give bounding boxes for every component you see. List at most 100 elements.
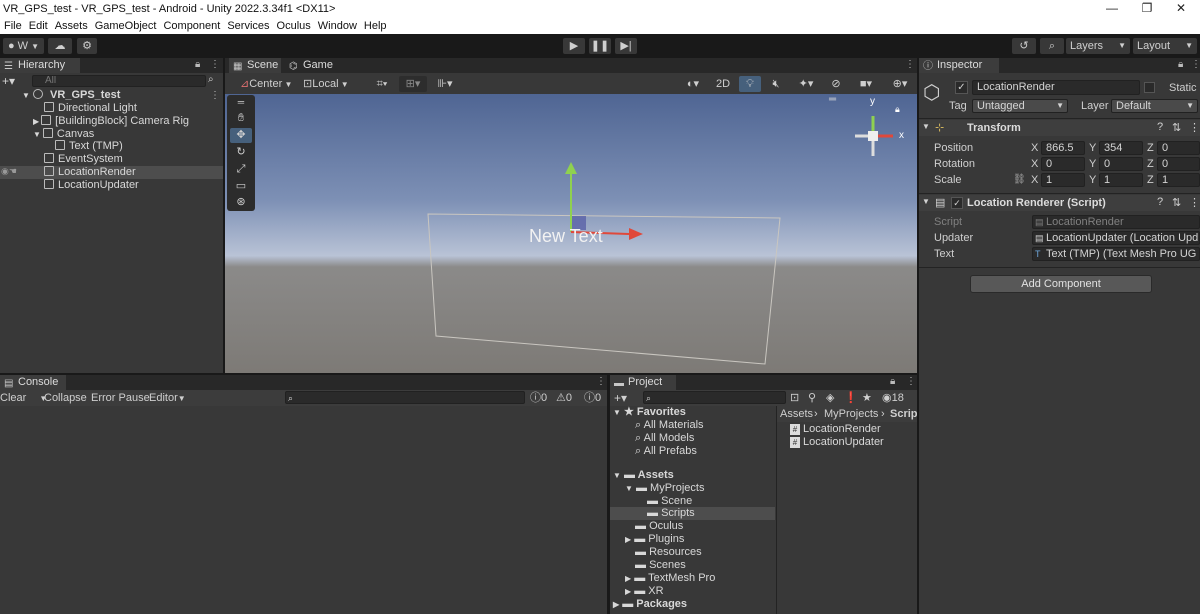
more-options-icon[interactable]: ⋮ [596,376,606,387]
menu-file[interactable]: File [1,19,25,34]
folder-oculus[interactable]: ▬ Oculus [635,520,683,533]
menu-assets[interactable]: Assets [52,19,91,34]
search-button[interactable]: ⌕ [1040,38,1064,54]
position-z-field[interactable]: 0 [1157,141,1200,155]
label-filter-icon[interactable]: ◈ [826,391,834,405]
link-icon[interactable]: ⛓︎ [1013,173,1026,187]
breadcrumb-scripts[interactable]: Script [890,407,917,421]
folder-xr[interactable]: ▶ ▬ XR [625,585,664,598]
folder-resources[interactable]: ▬ Resources [635,546,702,559]
hierarchy-item-locationrender[interactable]: LocationRender [44,166,136,179]
preset-icon[interactable]: ⇅ [1172,121,1181,134]
minimize-button[interactable]: — [1097,1,1127,15]
menu-component[interactable]: Component [160,19,223,34]
assets-row[interactable]: ▼ ▬ Assets [613,469,674,482]
favorite-all-models[interactable]: ⌕ All Models [635,432,694,445]
component-menu-icon[interactable]: ⋮ [1189,196,1200,209]
scale-x-field[interactable]: 1 [1041,173,1085,187]
position-x-field[interactable]: 866.5 [1041,141,1085,155]
visibility-toggle-button[interactable]: ⊘ [825,76,847,92]
scene-more-options-icon[interactable]: ⋮ [210,90,220,101]
hierarchy-item-directional-light[interactable]: Directional Light [44,102,137,115]
menu-oculus[interactable]: Oculus [274,19,314,34]
file-locationrender[interactable]: # LocationRender [790,423,881,436]
folder-plugins[interactable]: ▶ ▬ Plugins [625,533,684,546]
hierarchy-item-text-tmp[interactable]: Text (TMP) [55,140,123,153]
folder-myprojects[interactable]: ▼ ▬ MyProjects [625,482,704,495]
x-arrow-icon[interactable] [629,228,643,240]
menu-gameobject[interactable]: GameObject [92,19,160,34]
rotation-y-field[interactable]: 0 [1099,157,1143,171]
hierarchy-search-input[interactable]: All [32,75,206,87]
collapse-button[interactable]: Collapse [44,391,87,405]
tab-game[interactable]: ⌬ Game [285,58,335,73]
help-icon[interactable]: ? [1157,121,1163,133]
folder-scripts[interactable]: ▬ Scripts [647,507,695,520]
hand-tool-icon[interactable]: ✋︎ [230,111,252,126]
warning-filter-button[interactable]: ⚠0 [556,391,572,405]
y-arrow-icon[interactable] [565,162,577,174]
favorites-row[interactable]: ▼ ★ Favorites [613,406,686,419]
breadcrumb-myprojects[interactable]: MyProjects [824,407,878,421]
effects-button[interactable]: ✦▾ [791,76,821,92]
tab-project[interactable]: ▬ Project [610,375,676,390]
more-options-icon[interactable]: ⋮ [1191,59,1200,70]
menu-edit[interactable]: Edit [26,19,51,34]
orient-lock-icon[interactable]: 🔒︎ [895,104,900,115]
collab-button[interactable]: ⚙ [77,38,97,54]
camera-settings-button[interactable]: ■▾ [851,76,881,92]
search-scene-icon[interactable]: ⌕ [208,74,214,85]
transform-header[interactable]: ▼ ⊹ Transform ? ⇅ ⋮ [919,120,1200,136]
project-search-input[interactable]: ⌕ [643,391,786,404]
play-button[interactable]: ▶ [563,38,585,54]
clear-button[interactable]: Clear ▼ [0,391,47,405]
gizmos-button[interactable]: ⊕▾ [885,76,915,92]
snap-increment-button[interactable]: ⊞▾ [399,76,427,92]
favorite-all-materials[interactable]: ⌕ All Materials [635,419,704,432]
folder-textmesh-pro[interactable]: ▶ ▬ TextMesh Pro [625,572,715,585]
history-button[interactable]: ↺ [1012,38,1036,54]
lighting-toggle-button[interactable]: 💡︎ [739,76,761,92]
create-asset-button[interactable]: +▾ [614,391,627,405]
favorite-star-icon[interactable]: ★ [862,391,872,405]
error-filter-button[interactable]: ⓘ0 [584,391,601,405]
log-filter-button[interactable]: ⓘ0 [530,391,547,405]
text-field[interactable]: T Text (TMP) (Text Mesh Pro UG [1032,247,1200,261]
lock-icon[interactable]: 🔒︎ [890,376,895,387]
component-menu-icon[interactable]: ⋮ [1189,121,1200,134]
updater-field[interactable]: ▤ LocationUpdater (Location Upd [1032,231,1200,245]
menu-help[interactable]: Help [361,19,390,34]
more-options-icon[interactable]: ⋮ [210,59,220,70]
transform-tool-icon[interactable]: ⊛ [230,195,252,210]
pivot-dropdown[interactable]: ⊿Center ▼ [237,76,295,92]
menu-services[interactable]: Services [224,19,272,34]
pause-button[interactable]: ❚❚ [589,38,611,54]
folder-scenes[interactable]: ▬ Scenes [635,559,686,572]
space-dropdown[interactable]: ⊡Local ▼ [300,76,352,92]
alert-icon[interactable]: ❗ [844,391,858,405]
tab-hierarchy[interactable]: ☰ Hierarchy [0,58,80,73]
hierarchy-item-eventsystem[interactable]: EventSystem [44,153,123,166]
lock-icon[interactable]: 🔒︎ [195,59,200,70]
static-checkbox[interactable] [1144,82,1155,93]
console-search-input[interactable]: ⌕ [285,391,525,404]
scene-viewport[interactable]: New Text y x 🔒︎ ═ [225,94,917,373]
layout-dropdown[interactable]: Layout ▼ [1133,38,1197,54]
scene-more-options-icon[interactable]: ⋮ [905,59,915,70]
help-icon[interactable]: ? [1157,196,1163,208]
packages-row[interactable]: ▶ ▬ Packages [613,598,687,611]
layers-dropdown[interactable]: Layers ▼ [1066,38,1130,54]
move-tool-icon[interactable]: ✥ [230,128,252,143]
orient-center[interactable] [868,131,878,141]
hidden-packages-button[interactable]: ◉18 [882,391,904,405]
more-options-icon[interactable]: ⋮ [906,376,916,387]
preset-icon[interactable]: ⇅ [1172,196,1181,209]
menu-window[interactable]: Window [315,19,360,34]
rotate-tool-icon[interactable]: ↻ [230,145,252,160]
step-button[interactable]: ▶| [615,38,637,54]
visibility-eye-icon[interactable]: ◉☚ [1,166,17,177]
script-component-header[interactable]: ▼ ▤ ✓ Location Renderer (Script) ? ⇅ ⋮ [919,195,1200,211]
editor-dropdown[interactable]: Editor▼ [149,391,186,405]
active-checkbox[interactable]: ✓ [955,81,968,94]
lock-icon[interactable]: 🔒︎ [1178,59,1183,70]
